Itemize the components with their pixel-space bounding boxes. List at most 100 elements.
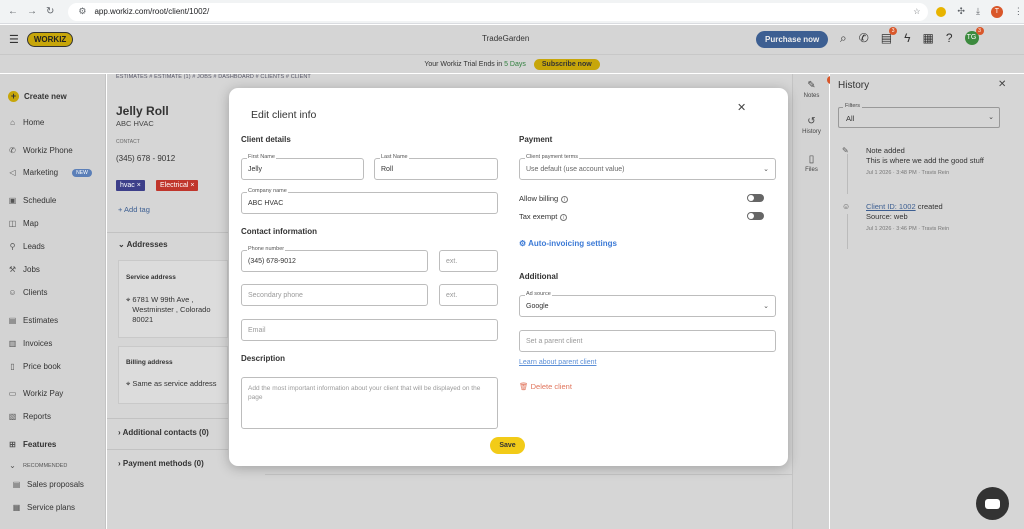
client-name: Jelly Roll — [116, 104, 169, 118]
parent-client-field[interactable]: Set a parent client — [519, 330, 776, 352]
description-textarea[interactable]: Add the most important information about… — [241, 377, 498, 429]
sidebar-item-clients[interactable]: ☺ Clients — [8, 288, 47, 297]
create-new-button[interactable]: + Create new — [8, 91, 67, 102]
purchase-button[interactable]: Purchase now — [756, 31, 829, 48]
secondary-ext-field[interactable]: ext. — [439, 284, 498, 306]
learn-parent-client-link[interactable]: Learn about parent client — [519, 359, 596, 366]
browser-menu-icon[interactable]: ⋮ — [1014, 6, 1023, 17]
history-filter-select[interactable]: Filters All ⌄ — [838, 103, 1000, 128]
service-address-text[interactable]: ⌖ 6781 W 99th Ave , Westminster , Colora… — [126, 295, 211, 325]
delete-client-button[interactable]: 🗑 Delete client — [519, 382, 572, 391]
forward-icon[interactable]: → — [27, 6, 37, 17]
tax-exempt-label: Tax exempt — [519, 212, 558, 221]
map-icon: ◫ — [8, 219, 17, 228]
reload-icon[interactable]: ↻ — [46, 6, 54, 17]
sidebar-item-sales-proposals[interactable]: ▤ Sales proposals — [12, 480, 84, 489]
ad-source-select[interactable]: Ad source Google ⌄ — [519, 291, 776, 317]
delete-client-label: Delete client — [530, 382, 572, 391]
sidebar-item-service-plans[interactable]: ▦ Service plans — [12, 503, 75, 512]
client-id-link[interactable]: Client ID: 1002 — [866, 202, 916, 211]
search-icon[interactable]: ⌕ — [840, 31, 847, 46]
allow-billing-row: Allow billing i — [519, 194, 776, 203]
sidebar-item-label: Estimates — [23, 316, 59, 325]
timeline-line — [847, 154, 848, 194]
sidebar-item-reports[interactable]: ▧ Reports — [8, 412, 51, 421]
tax-exempt-toggle[interactable] — [747, 212, 764, 220]
site-settings-icon[interactable]: ⚙ — [78, 6, 86, 17]
location-pin-icon: ⌖ — [126, 295, 131, 304]
menu-icon[interactable]: ☰ — [9, 33, 19, 46]
user-icon: ☺ — [842, 202, 851, 211]
sidebar-item-map[interactable]: ◫ Map — [8, 219, 39, 228]
user-avatar[interactable]: TG 3 — [964, 27, 984, 45]
phone-icon[interactable]: ✆ — [859, 31, 869, 46]
secondary-phone-field[interactable]: Secondary phone — [241, 284, 428, 306]
profile-avatar[interactable]: T — [990, 5, 1003, 18]
extension-icon[interactable] — [936, 6, 947, 17]
download-icon[interactable]: ⤓ — [976, 6, 980, 17]
sidebar-item-leads[interactable]: ⚲ Leads — [8, 242, 45, 251]
sidebar-item-invoices[interactable]: ▥ Invoices — [8, 339, 53, 348]
additional-contacts-title: Additional contacts (0) — [122, 428, 209, 437]
help-icon[interactable]: ? — [946, 31, 953, 46]
sidebar-item-estimates[interactable]: ▤ Estimates — [8, 316, 58, 325]
client-phone[interactable]: (345) 678 - 9012 — [116, 154, 175, 163]
close-icon[interactable]: ✕ — [998, 79, 1006, 90]
payment-terms-select[interactable]: Client payment terms Use default (use ac… — [519, 154, 776, 180]
addresses-section-toggle[interactable]: ⌄ Addresses — [118, 240, 168, 249]
field-label: Ad source — [525, 291, 552, 297]
field-value: Jelly — [248, 166, 263, 173]
auto-invoicing-link[interactable]: ⚙ Auto-invoicing settings — [519, 239, 617, 248]
close-icon[interactable]: ✕ — [737, 101, 746, 114]
breadcrumb[interactable]: ESTIMATES # ESTIMATE (1) # JOBS # DASHBO… — [116, 74, 311, 80]
allow-billing-toggle[interactable] — [747, 194, 764, 202]
tab-notes[interactable]: ✎1 Notes — [793, 76, 835, 99]
bookmark-star-icon[interactable]: ☆ — [913, 7, 920, 16]
sidebar-item-workiz-phone[interactable]: ✆ Workiz Phone — [8, 146, 73, 155]
field-label: Client payment terms — [525, 154, 579, 160]
sidebar-item-jobs[interactable]: ⚒ Jobs — [8, 265, 40, 274]
subscribe-button[interactable]: Subscribe now — [533, 58, 600, 70]
trash-icon: 🗑 — [519, 382, 529, 391]
info-icon[interactable]: i — [561, 195, 569, 203]
email-field[interactable]: Email — [241, 319, 498, 341]
puzzle-icon[interactable]: ✣ — [957, 6, 965, 17]
event-body: This is where we add the good stuff — [866, 156, 984, 165]
last-name-field[interactable]: Last Name Roll — [374, 154, 498, 180]
leads-icon: ⚲ — [9, 242, 16, 251]
sidebar-item-features[interactable]: ⊞ Features — [8, 440, 56, 449]
save-button[interactable]: Save — [490, 437, 525, 454]
payment-methods-toggle[interactable]: › Payment methods (0) — [118, 459, 204, 468]
back-icon[interactable]: ← — [8, 6, 18, 17]
event-title: created — [915, 202, 943, 211]
sidebar-item-recommended[interactable]: ⌄ RECOMMENDED — [8, 461, 67, 470]
tab-files-label: Files — [805, 167, 818, 173]
address-bar[interactable]: ⚙ app.workiz.com/root/client/1002/ ☆ — [68, 2, 929, 21]
payment-methods-title: Payment methods (0) — [122, 459, 204, 468]
company-name-field[interactable]: Company name ABC HVAC — [241, 188, 498, 214]
tab-files[interactable]: ▯ Files — [793, 154, 830, 173]
phone-ext-field[interactable]: ext. — [439, 250, 498, 272]
workiz-logo[interactable]: WORKIZ — [26, 32, 74, 47]
report-icon: ▧ — [8, 412, 17, 421]
phone-field[interactable]: Phone number (345) 678-9012 — [241, 246, 428, 272]
sidebar-item-schedule[interactable]: ▣ Schedule — [8, 196, 57, 205]
lightning-icon[interactable]: ϟ — [904, 31, 910, 46]
tag-hvac[interactable]: hvac × — [116, 180, 145, 191]
sidebar-item-home[interactable]: ⌂ Home — [8, 118, 44, 127]
sidebar-item-label: Invoices — [23, 339, 53, 348]
sidebar-item-workiz-pay[interactable]: ▭ Workiz Pay — [8, 389, 64, 398]
first-name-field[interactable]: First Name Jelly — [241, 154, 364, 180]
messages-icon[interactable]: ▤ 3 — [881, 27, 898, 46]
tab-history[interactable]: ↺ History — [793, 116, 830, 135]
apps-grid-icon[interactable]: ▦ — [923, 31, 934, 46]
users-icon: ☺ — [8, 288, 17, 297]
additional-contacts-toggle[interactable]: › Additional contacts (0) — [118, 428, 209, 437]
add-tag-link[interactable]: + Add tag — [118, 205, 150, 214]
info-icon[interactable]: i — [560, 213, 568, 221]
sidebar-item-price-book[interactable]: ▯ Price book — [8, 362, 61, 371]
sidebar-item-marketing[interactable]: ◁ Marketing NEW — [8, 168, 92, 177]
tag-electrical[interactable]: Electrical × — [156, 180, 199, 191]
billing-address-card: Billing address ⌖ Same as service addres… — [118, 346, 228, 404]
chat-widget-button[interactable] — [976, 487, 1009, 520]
